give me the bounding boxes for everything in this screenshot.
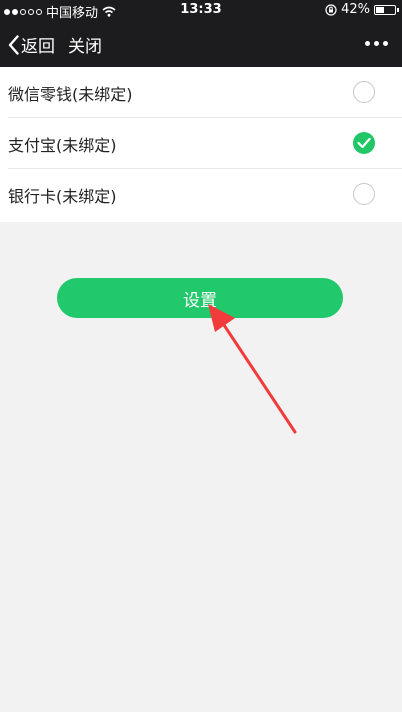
option-row-wechat-change[interactable]: 微信零钱(未绑定) — [8, 67, 402, 118]
payment-method-list: 微信零钱(未绑定) 支付宝(未绑定) 银行卡(未绑定) — [0, 67, 402, 222]
option-row-alipay[interactable]: 支付宝(未绑定) — [8, 118, 402, 169]
back-label: 返回 — [21, 37, 55, 57]
radio-unchecked-icon[interactable] — [353, 81, 375, 103]
battery-percent: 42% — [341, 2, 370, 17]
back-button[interactable]: 返回 — [8, 32, 55, 57]
close-button[interactable]: 关闭 — [68, 32, 102, 57]
set-button[interactable]: 设置 — [57, 278, 343, 318]
radio-checked-icon[interactable] — [353, 132, 375, 154]
option-label: 支付宝(未绑定) — [8, 136, 117, 155]
more-icon[interactable] — [365, 41, 388, 46]
battery-icon — [374, 4, 399, 15]
option-label: 银行卡(未绑定) — [8, 187, 117, 206]
radio-unchecked-icon[interactable] — [353, 183, 375, 205]
status-bar: 中国移动 13:33 42% — [0, 0, 402, 21]
rotation-lock-icon — [325, 3, 337, 16]
nav-bar: 返回 关闭 — [0, 20, 402, 67]
option-row-bank-card[interactable]: 银行卡(未绑定) — [8, 169, 402, 222]
status-right: 42% — [325, 2, 399, 17]
option-label: 微信零钱(未绑定) — [8, 85, 133, 104]
chevron-left-icon — [8, 34, 19, 55]
